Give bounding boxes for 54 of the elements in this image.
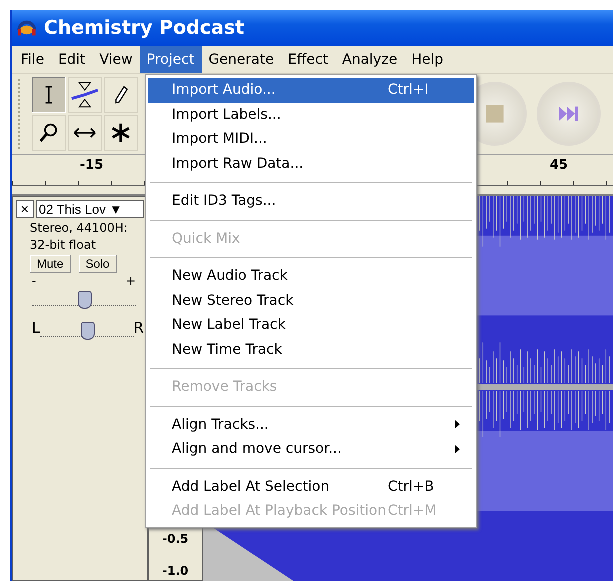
track-format: Stereo, 44100H: [29,221,129,235]
pan-slider[interactable] [40,322,134,337]
menu-item[interactable]: Help [404,46,450,73]
envelope-tool-button[interactable] [68,77,102,113]
envelope-icon [71,81,99,109]
cursor-tool-button[interactable] [32,77,66,113]
asterisk-icon [111,123,131,143]
menu-item[interactable]: New Label Track [148,313,474,338]
menu-item[interactable]: Effect [281,46,336,73]
submenu-arrow-icon [455,420,460,430]
zoom-tool-button[interactable] [32,115,66,151]
double-arrow-icon [73,127,97,139]
menu-item[interactable]: Add Label At Selection Ctrl+B [148,474,474,499]
track-name-menu[interactable]: 02 This Lov ▼ [36,200,144,218]
skip-to-end-icon [558,105,580,123]
window-title: Chemistry Podcast [44,17,244,39]
menu-item[interactable]: Align and move cursor... [148,437,474,462]
menu-item[interactable]: Import MIDI... [148,127,474,152]
timeline-label: 45 [550,158,568,173]
time-shift-tool-button[interactable] [68,115,102,151]
pencil-tool-button[interactable] [104,77,138,113]
stop-icon [484,103,506,125]
submenu-arrow-icon [455,444,460,454]
menu-item[interactable]: New Time Track [148,338,474,362]
menu-item[interactable]: Import Audio... Ctrl+I [148,78,474,102]
slider-thumb[interactable] [80,322,95,340]
mute-button[interactable]: Mute [30,255,71,273]
gain-slider[interactable] [32,291,136,306]
magnifier-icon [38,122,60,144]
menu-item[interactable]: File [14,46,52,73]
solo-button[interactable]: Solo [78,255,117,273]
menu-item[interactable]: Analyze [335,46,405,73]
close-track-button[interactable]: × [16,200,34,218]
pan-left-label: L [32,319,40,337]
track-sample-format: 32-bit float [29,238,98,252]
menu-item[interactable]: New Audio Track [148,264,474,288]
menu-item[interactable]: Edit ID3 Tags... [148,189,474,214]
multi-tool-button[interactable] [104,115,138,151]
pan-right-label: R [134,319,144,337]
slider-thumb[interactable] [78,291,92,309]
menu-item[interactable]: Import Labels... [148,102,474,127]
menu-item[interactable]: Align Tracks... [148,412,474,437]
timeline-label: -15 [80,158,104,173]
slider-max-label: + [126,276,136,288]
menu-item[interactable]: View [92,46,140,73]
menu-item[interactable]: Edit [51,46,93,73]
menu-item[interactable]: Generate [202,46,282,73]
menu-item[interactable]: Project [140,46,202,73]
menu-item[interactable]: New Stereo Track [148,288,474,313]
amplitude-label: -0.5 [162,532,189,546]
pencil-icon [113,85,129,105]
slider-min-label: - [32,276,36,288]
menu-item[interactable]: Import Raw Data... [148,152,474,176]
amplitude-label: -1.0 [162,564,189,578]
